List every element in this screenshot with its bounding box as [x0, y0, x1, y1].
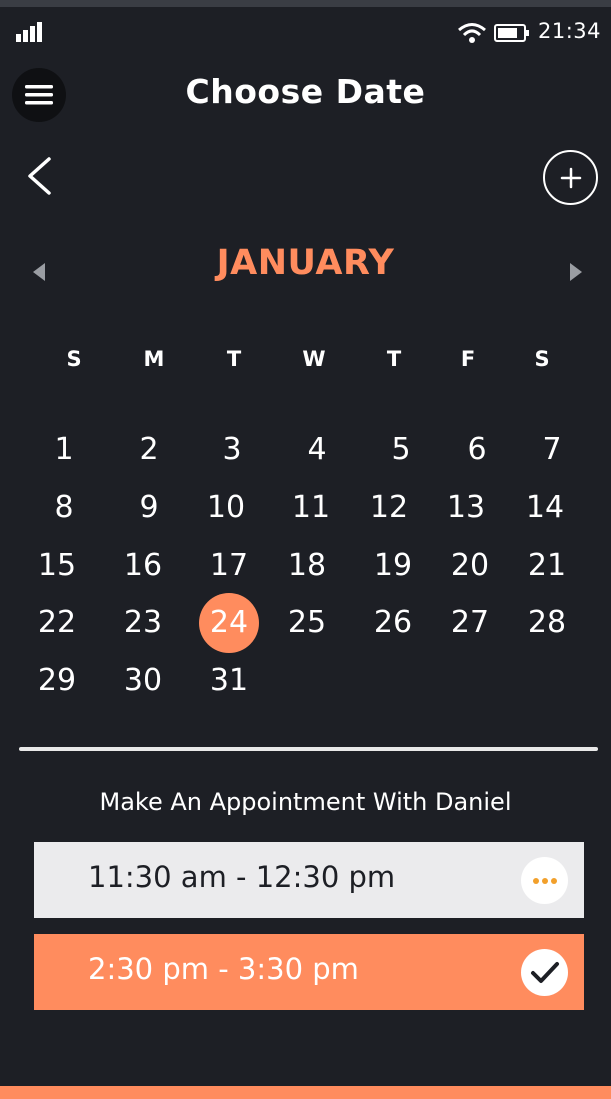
time-slot-label: 11:30 am - 12:30 pm [88, 860, 396, 894]
calendar-day[interactable]: 20 [440, 536, 500, 596]
page-title: Choose Date [185, 72, 426, 111]
calendar-day[interactable]: 30 [113, 651, 173, 711]
appointment-heading: Make An Appointment With Daniel [99, 788, 512, 816]
divider [19, 747, 598, 751]
top-edge [0, 0, 611, 7]
weekday-label: S [534, 347, 550, 371]
add-button[interactable] [543, 150, 598, 205]
calendar-day[interactable]: 26 [363, 593, 423, 653]
calendar-day[interactable]: 27 [440, 593, 500, 653]
calendar-day[interactable]: 15 [27, 536, 87, 596]
time-slot-2[interactable]: 2:30 pm - 3:30 pm [34, 934, 584, 1010]
calendar-day[interactable]: 25 [277, 593, 337, 653]
more-dots-icon [532, 877, 557, 884]
calendar-day[interactable]: 5 [371, 420, 431, 480]
bottom-action-bar[interactable] [0, 1086, 611, 1099]
status-time: 21:34 [538, 19, 602, 43]
calendar-day[interactable]: 14 [515, 478, 575, 538]
back-arrow-icon[interactable] [22, 155, 58, 197]
calendar-day-selected[interactable]: 24 [199, 593, 259, 653]
calendar-day[interactable]: 2 [119, 420, 179, 480]
weekday-label: F [460, 347, 476, 371]
calendar-day[interactable]: 23 [113, 593, 173, 653]
calendar-day[interactable]: 10 [196, 478, 256, 538]
weekday-label: W [302, 347, 326, 371]
calendar-day[interactable]: 6 [447, 420, 507, 480]
weekday-label: T [226, 347, 242, 371]
calendar-day[interactable]: 12 [359, 478, 419, 538]
time-slot-1[interactable]: 11:30 am - 12:30 pm [34, 842, 584, 918]
check-icon [530, 961, 559, 983]
calendar-day[interactable]: 9 [119, 478, 179, 538]
calendar-day[interactable]: 8 [34, 478, 94, 538]
selected-check-button[interactable] [521, 949, 568, 996]
calendar-day[interactable]: 11 [281, 478, 341, 538]
calendar-day[interactable]: 4 [287, 420, 347, 480]
more-options-button[interactable] [521, 857, 568, 904]
time-slot-label: 2:30 pm - 3:30 pm [88, 952, 359, 986]
calendar-day[interactable]: 31 [199, 651, 259, 711]
battery-icon [494, 24, 529, 42]
calendar-day[interactable]: 17 [199, 536, 259, 596]
weekday-label: T [386, 347, 402, 371]
plus-icon [560, 167, 581, 188]
calendar-day[interactable]: 13 [436, 478, 496, 538]
calendar-day[interactable]: 19 [363, 536, 423, 596]
calendar-day[interactable]: 3 [202, 420, 262, 480]
calendar-day[interactable]: 1 [34, 420, 94, 480]
signal-icon [16, 22, 42, 42]
month-title: JANUARY [216, 243, 395, 283]
next-month-icon[interactable] [568, 262, 584, 282]
calendar-day[interactable]: 29 [27, 651, 87, 711]
calendar-day[interactable]: 18 [277, 536, 337, 596]
weekday-label: M [143, 347, 165, 371]
status-bar: 21:34 [0, 10, 611, 54]
calendar-day[interactable]: 21 [517, 536, 577, 596]
wifi-icon [458, 23, 486, 43]
calendar-day[interactable]: 22 [27, 593, 87, 653]
weekday-label: S [66, 347, 82, 371]
calendar-day[interactable]: 16 [113, 536, 173, 596]
calendar-day[interactable]: 28 [517, 593, 577, 653]
calendar-day[interactable]: 7 [522, 420, 582, 480]
